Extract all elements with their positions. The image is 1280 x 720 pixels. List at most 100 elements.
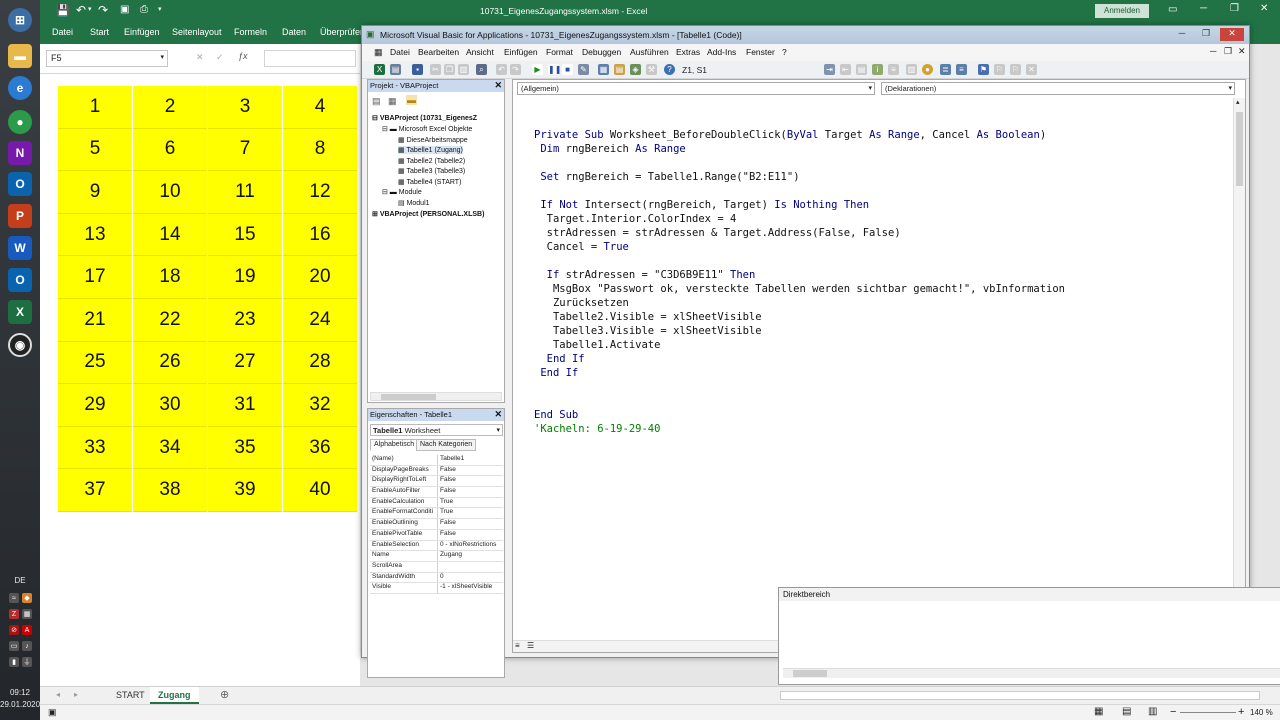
code-line[interactable]: End If (534, 366, 1065, 380)
full-module-view-icon[interactable]: ☰ (527, 641, 534, 650)
powerpoint-icon[interactable]: P (8, 204, 32, 228)
code-line[interactable]: strAdressen = strAdressen & Target.Addre… (534, 226, 1065, 240)
ribbon-tab-daten[interactable]: Daten (282, 27, 306, 37)
tab-nach-kategorien[interactable]: Nach Kategorien (416, 439, 477, 451)
code-line[interactable]: Tabelle2.Visible = xlSheetVisible (534, 310, 1065, 324)
tile-cell[interactable]: 39 (208, 469, 282, 512)
properties-close-icon[interactable]: ✕ (494, 409, 502, 420)
code-line[interactable]: End Sub (534, 408, 1065, 422)
tile-cell[interactable]: 23 (208, 298, 282, 342)
tray-volume-icon[interactable]: ♪ (22, 641, 32, 651)
property-row[interactable]: Name Zugang (370, 551, 503, 562)
code-line[interactable]: MsgBox "Passwort ok, versteckte Tabellen… (534, 282, 1065, 296)
object-browser-icon[interactable]: ◈ (630, 64, 641, 75)
tile-cell[interactable]: 16 (283, 213, 357, 257)
quick-info-icon[interactable]: i (872, 64, 883, 75)
ribbon-tab-ueberpruefen[interactable]: Überprüfen (320, 27, 365, 37)
tray-power-icon[interactable]: ▮ (9, 657, 19, 667)
sheet-tab-zugang[interactable]: Zugang (150, 687, 199, 704)
tray-filezilla-icon[interactable]: Z (9, 609, 19, 619)
worksheet-area[interactable]: 1 2 3 4 5 6 7 8 9 10 11 12 13 14 15 16 17 18 19 20 21 22 23 24 2… (40, 74, 360, 686)
tree-item-tabelle1[interactable]: ▦ Tabelle1 (Zugang) (398, 146, 463, 154)
tree-folder-modules[interactable]: ⊟ ▬ Module (382, 188, 422, 196)
vba-close-icon[interactable]: ✕ (1220, 28, 1244, 41)
chevron-down-icon[interactable]: ▾ (160, 53, 164, 61)
zoom-out-icon[interactable]: − (1170, 706, 1176, 718)
minimize-icon[interactable]: ─ (1200, 3, 1207, 14)
confirm-formula-icon[interactable]: ✓ (216, 52, 224, 63)
tile-cell[interactable]: 32 (283, 384, 357, 427)
tile-cell[interactable]: 19 (208, 256, 282, 299)
property-row[interactable]: (Name) Tabelle1 (370, 455, 503, 466)
chevron-down-icon[interactable]: ▾ (1228, 84, 1232, 92)
cut-icon[interactable]: ✂ (430, 64, 441, 75)
tile-cell[interactable]: 11 (208, 171, 282, 214)
code-line[interactable] (534, 380, 1065, 394)
property-row[interactable]: DisplayPageBreaks False (370, 465, 503, 477)
tile-cell[interactable]: 5 (58, 128, 132, 172)
code-line[interactable] (534, 254, 1065, 268)
code-line[interactable]: Private Sub Worksheet_BeforeDoubleClick(… (534, 128, 1065, 142)
tile-cell[interactable]: 36 (283, 426, 357, 470)
view-normal-icon[interactable]: ▦ (1094, 706, 1103, 717)
tile-cell[interactable]: 17 (58, 256, 132, 299)
tile-cell[interactable]: 2 (133, 86, 207, 129)
menu-ansicht[interactable]: Ansicht (466, 47, 494, 57)
tree-item-tabelle2[interactable]: ▦ Tabelle2 (Tabelle2) (398, 157, 465, 165)
close-icon[interactable]: ✕ (1260, 3, 1268, 14)
toggle-breakpoint-icon[interactable]: ● (922, 64, 933, 75)
tile-cell[interactable]: 22 (133, 298, 207, 342)
property-row[interactable]: ScrollArea (370, 561, 503, 573)
code-line[interactable]: Dim rngBereich As Range (534, 142, 1065, 156)
file-explorer-icon[interactable]: ▬ (8, 44, 32, 68)
tile-cell[interactable]: 7 (208, 128, 282, 172)
property-value[interactable]: True (438, 508, 503, 518)
excel-icon[interactable]: X (8, 300, 32, 324)
property-value[interactable]: False (438, 519, 503, 529)
code-vscroll-thumb[interactable] (1236, 112, 1243, 186)
sheet-next-icon[interactable]: ▸ (74, 690, 78, 699)
property-row[interactable]: EnableOutlining False (370, 519, 503, 530)
code-line[interactable] (534, 394, 1065, 408)
find-icon[interactable]: ⌕ (476, 64, 487, 75)
clock-time[interactable]: 09:12 (0, 688, 40, 697)
tile-cell[interactable]: 18 (133, 256, 207, 299)
tile-cell[interactable]: 37 (58, 469, 132, 512)
code-line[interactable]: Cancel = True (534, 240, 1065, 254)
tile-cell[interactable]: 24 (283, 298, 357, 342)
cancel-formula-icon[interactable]: ✕ (196, 52, 204, 63)
properties-icon[interactable]: ▤ (614, 64, 625, 75)
chevron-down-icon[interactable]: ▾ (868, 84, 872, 92)
paste-icon[interactable]: ▥ (458, 64, 469, 75)
vba-minimize-icon[interactable]: ─ (1170, 28, 1194, 41)
tile-cell[interactable]: 38 (133, 469, 207, 512)
property-value[interactable]: True (438, 498, 503, 508)
tile-cell[interactable]: 9 (58, 171, 132, 214)
tray-avira-icon[interactable]: A (22, 625, 32, 635)
previous-bookmark-icon[interactable]: ⚐ (1010, 64, 1021, 75)
indent-icon[interactable]: ⇥ (824, 64, 835, 75)
property-value[interactable]: -1 - xlSheetVisible (438, 583, 503, 593)
property-value[interactable]: Zugang (438, 551, 503, 561)
run-icon[interactable]: ▶ (532, 64, 543, 75)
tree-personal[interactable]: ⊞ VBAProject (PERSONAL.XLSB) (372, 210, 484, 218)
next-bookmark-icon[interactable]: ⚐ (994, 64, 1005, 75)
tile-cell[interactable]: 33 (58, 426, 132, 470)
code-line[interactable]: If Not Intersect(rngBereich, Target) Is … (534, 198, 1065, 212)
fx-icon[interactable]: ƒx (238, 51, 248, 61)
tray-wifi-icon[interactable]: ≈ (9, 593, 19, 603)
tree-item-diesearbeitsmappe[interactable]: ▦ DieseArbeitsmappe (398, 136, 468, 144)
code-line[interactable]: Tabelle1.Activate (534, 338, 1065, 352)
property-value[interactable]: False (438, 487, 503, 497)
tile-cell[interactable]: 10 (133, 171, 207, 214)
parameter-info-icon[interactable]: ≡ (888, 64, 899, 75)
tile-cell[interactable]: 1 (58, 86, 132, 129)
tile-cell[interactable]: 8 (283, 128, 357, 172)
tray-display-icon[interactable]: ▭ (9, 641, 19, 651)
tile-cell[interactable]: 31 (208, 384, 282, 427)
tray-usb-icon[interactable]: ⏚ (22, 657, 32, 667)
comment-block-icon[interactable]: ≣ (940, 64, 951, 75)
obs-icon[interactable]: ◉ (8, 333, 32, 357)
outlook-icon[interactable]: O (8, 172, 32, 196)
property-value[interactable] (438, 562, 503, 572)
